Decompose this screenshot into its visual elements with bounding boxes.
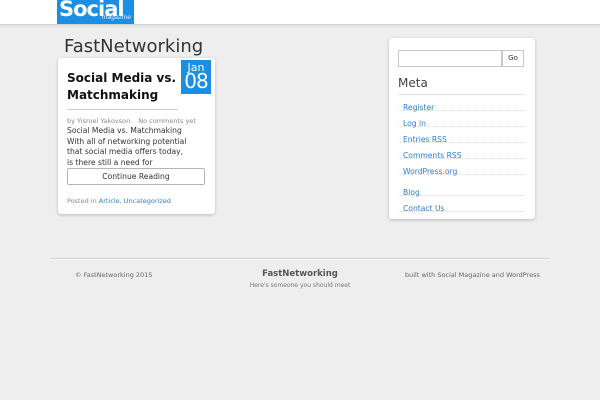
excerpt-line: Social Media vs. Matchmaking bbox=[67, 126, 182, 135]
continue-reading-button[interactable]: Continue Reading bbox=[67, 168, 205, 185]
posted-in-label: Posted in bbox=[67, 197, 97, 205]
post-card: Social Media vs. Matchmaking Jan 08 by Y… bbox=[58, 58, 215, 214]
excerpt-line: With all of networking potential that so… bbox=[67, 136, 187, 167]
site-logo[interactable]: Social magazine bbox=[57, 0, 134, 24]
footer-copyright: © FastNetworking 2015 bbox=[75, 271, 153, 279]
wordpress-org-link[interactable]: WordPress.org bbox=[403, 167, 457, 176]
footer-tagline: Here's someone you should meet bbox=[249, 282, 351, 289]
meta-link-list: Register Log in Entries RSS Comments RSS… bbox=[398, 95, 525, 213]
meta-item: Entries RSS bbox=[398, 127, 525, 144]
post-author[interactable]: by Yisroel Yakovson bbox=[67, 117, 130, 125]
post-excerpt: Social Media vs. Matchmaking With all of… bbox=[67, 126, 191, 168]
top-bar: Social magazine bbox=[0, 0, 600, 25]
search-go-button[interactable]: Go bbox=[502, 50, 524, 67]
meta-item: WordPress.org bbox=[398, 159, 525, 176]
post-comments[interactable]: No comments yet bbox=[138, 117, 196, 125]
post-divider bbox=[67, 109, 178, 110]
category-link-article[interactable]: Article bbox=[99, 197, 120, 205]
site-title[interactable]: FastNetworking bbox=[64, 35, 203, 59]
footer-site-title[interactable]: FastNetworking bbox=[220, 269, 380, 280]
meta-item: Blog bbox=[398, 180, 525, 197]
post-meta: by Yisroel Yakovson No comments yet bbox=[67, 116, 196, 126]
footer-credits: built with Social Magazine and WordPress bbox=[405, 271, 540, 279]
footer-divider bbox=[50, 258, 550, 260]
contact-us-link[interactable]: Contact Us bbox=[403, 204, 444, 213]
search-input[interactable] bbox=[398, 50, 502, 67]
meta-item: Register bbox=[398, 95, 525, 112]
logo-subtext: magazine bbox=[101, 14, 131, 21]
posted-in: Posted in Article, Uncategorized bbox=[67, 197, 171, 205]
meta-heading: Meta bbox=[398, 76, 428, 90]
date-day: 08 bbox=[184, 69, 208, 93]
date-badge: Jan 08 bbox=[181, 60, 211, 94]
category-link-uncategorized[interactable]: Uncategorized bbox=[124, 197, 171, 205]
meta-item: Log in bbox=[398, 111, 525, 128]
sidebar: Go Meta Register Log in Entries RSS Comm… bbox=[389, 38, 535, 219]
meta-item: Contact Us bbox=[398, 196, 525, 213]
post-title[interactable]: Social Media vs. Matchmaking bbox=[67, 70, 182, 104]
meta-item: Comments RSS bbox=[398, 143, 525, 160]
